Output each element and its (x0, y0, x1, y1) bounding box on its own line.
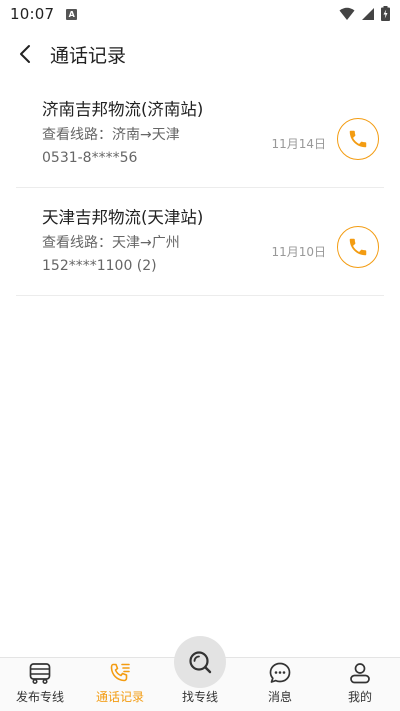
call-record-item[interactable]: 济南吉邦物流(济南站) 查看线路：济南→天津 0531-8****56 11月1… (16, 80, 384, 188)
nav-item-find-line[interactable]: 找专线 (160, 636, 240, 711)
call-button[interactable] (337, 226, 379, 268)
nav-label: 消息 (267, 690, 292, 704)
status-bar: 10:07 A (0, 0, 400, 28)
nav-label: 通话记录 (95, 690, 144, 704)
find-line-button[interactable] (174, 636, 226, 688)
chevron-left-icon (20, 45, 30, 63)
battery-icon (381, 6, 390, 21)
signal-icon (362, 7, 374, 20)
nav-label: 我的 (347, 690, 372, 704)
call-record-list: 济南吉邦物流(济南站) 查看线路：济南→天津 0531-8****56 11月1… (16, 80, 384, 296)
search-icon (189, 651, 212, 674)
call-record-item[interactable]: 天津吉邦物流(天津站) 查看线路：天津→广州 152****1100 (2) 1… (16, 188, 384, 296)
call-button[interactable] (337, 118, 379, 160)
record-route-link[interactable]: 查看线路：天津→广州 (42, 232, 180, 252)
bottom-nav: 发布专线 通话记录 找专线 消息 我的 (0, 636, 400, 711)
back-button[interactable] (2, 28, 48, 80)
notification-badge: A (66, 8, 78, 20)
nav-item-call-records[interactable]: 通话记录 (80, 658, 160, 711)
phone-icon (349, 130, 367, 148)
record-date: 11月10日 (271, 245, 326, 259)
record-company-name: 济南吉邦物流(济南站) (42, 100, 204, 119)
status-time: 10:07 (10, 5, 55, 23)
status-icons (339, 6, 390, 21)
phone-icon (349, 238, 367, 256)
record-phone-number: 0531-8****56 (42, 150, 138, 166)
record-company-name: 天津吉邦物流(天津站) (42, 208, 204, 227)
nav-label: 找专线 (181, 690, 218, 704)
nav-item-messages[interactable]: 消息 (240, 658, 320, 711)
user-icon (348, 661, 372, 685)
nav-label: 发布专线 (15, 690, 64, 704)
page-title: 通话记录 (50, 44, 127, 67)
record-phone-number: 152****1100 (2) (42, 258, 157, 274)
phone-list-icon (108, 661, 132, 685)
record-date: 11月14日 (271, 137, 326, 151)
nav-item-publish-line[interactable]: 发布专线 (0, 658, 80, 711)
nav-item-profile[interactable]: 我的 (320, 658, 400, 711)
chat-bubble-icon (268, 661, 292, 685)
wifi-icon (339, 7, 355, 20)
truck-icon (28, 661, 52, 685)
record-route-link[interactable]: 查看线路：济南→天津 (42, 124, 180, 144)
app-header: 通话记录 (0, 28, 400, 80)
